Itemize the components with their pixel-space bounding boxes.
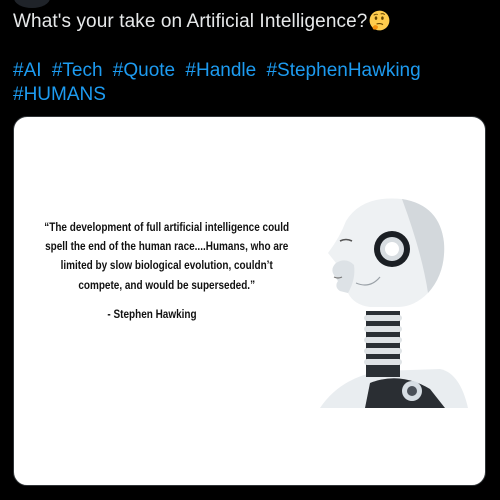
tweet-media-card[interactable]: “The development of full artificial inte… xyxy=(13,116,486,486)
hashtag-link[interactable]: #Quote xyxy=(113,60,175,81)
hashtag-link[interactable]: #HUMANS xyxy=(13,84,106,105)
quote-author: - Stephen Hawking xyxy=(107,308,197,321)
robot-head-image xyxy=(320,198,468,408)
tweet-text-body: What's your take on Artificial Intellige… xyxy=(13,11,368,32)
hashtag-link[interactable]: #AI xyxy=(13,60,42,81)
tweet-text: What's your take on Artificial Intellige… xyxy=(13,10,489,34)
hashtag-link[interactable]: #StephenHawking xyxy=(266,60,420,81)
hashtag-link[interactable]: #Tech xyxy=(52,60,103,81)
hashtag-list: #AI #Tech #Quote #Handle #StephenHawking… xyxy=(13,59,493,107)
avatar[interactable] xyxy=(14,0,50,8)
quote-text: “The development of full artificial inte… xyxy=(44,221,290,292)
hashtag-link[interactable]: #Handle xyxy=(185,60,256,81)
thinking-face-icon xyxy=(370,10,390,31)
